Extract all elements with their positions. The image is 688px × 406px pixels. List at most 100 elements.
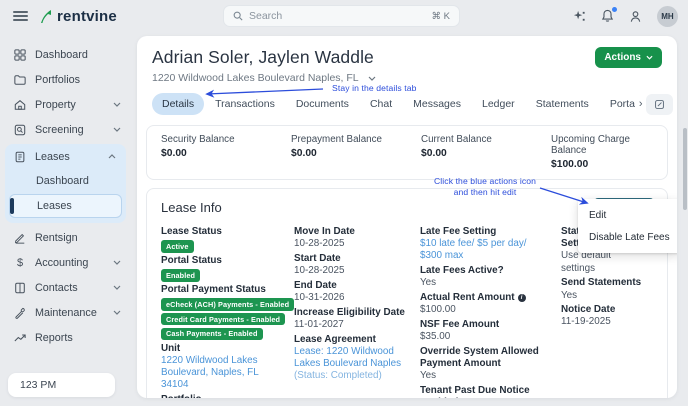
lease-field-text: Yes bbox=[561, 290, 653, 302]
tab-details[interactable]: Details bbox=[152, 93, 204, 115]
balance-value: $0.00 bbox=[421, 148, 537, 159]
hamburger-menu-icon[interactable] bbox=[13, 8, 28, 23]
lease-actions-menu: Edit Disable Late Fees bbox=[578, 199, 677, 253]
sidebar-item-property[interactable]: Property bbox=[0, 92, 131, 117]
sidebar-group-leases: Leases Dashboard Leases bbox=[5, 144, 126, 223]
sidebar-item-maintenance[interactable]: Maintenance bbox=[0, 300, 131, 325]
balance-value: $100.00 bbox=[551, 159, 667, 170]
tab-messages[interactable]: Messages bbox=[403, 93, 471, 115]
dashboard-grid-icon bbox=[14, 49, 26, 61]
lease-field-label: Portfolio bbox=[161, 394, 294, 398]
clock-display: 123 PM bbox=[8, 373, 115, 397]
lease-field-text: Use default settings bbox=[561, 250, 653, 274]
chevron-up-icon bbox=[108, 154, 116, 159]
lease-field-link[interactable]: Lease: 1220 Wildwood Lakes Boulevard Nap… bbox=[294, 346, 420, 370]
lease-field-text: Yes bbox=[420, 370, 561, 382]
tab-transactions[interactable]: Transactions bbox=[205, 93, 285, 115]
sidebar-item-leases[interactable]: Leases bbox=[5, 144, 126, 169]
chevron-down-icon bbox=[113, 260, 121, 265]
house-icon bbox=[14, 99, 26, 111]
page-scrollbar[interactable] bbox=[683, 128, 687, 210]
page-title: Adrian Soler, Jaylen Waddle bbox=[152, 47, 374, 68]
sidebar-item-contacts[interactable]: Contacts bbox=[0, 275, 131, 300]
sidebar-label: Contacts bbox=[35, 282, 78, 294]
tab-ledger[interactable]: Ledger bbox=[472, 93, 525, 115]
tab-portal[interactable]: Porta bbox=[600, 93, 638, 115]
lease-field-label: Actual Rent Amounti bbox=[420, 292, 561, 304]
lease-field-label: Lease Agreement bbox=[294, 334, 420, 346]
balance-current: Current Balance $0.00 bbox=[407, 134, 537, 170]
sidebar-label: Accounting bbox=[35, 257, 88, 269]
menu-item-edit[interactable]: Edit bbox=[578, 204, 677, 226]
menu-item-disable-late-fees[interactable]: Disable Late Fees bbox=[578, 226, 677, 248]
tab-chat[interactable]: Chat bbox=[360, 93, 402, 115]
balance-label: Security Balance bbox=[161, 134, 277, 145]
lease-field-label: Portal Status bbox=[161, 255, 294, 267]
sidebar-subitem-leases-leases[interactable]: Leases bbox=[9, 194, 122, 218]
page-actions-button[interactable]: Actions bbox=[595, 47, 662, 68]
chevron-down-icon bbox=[646, 55, 653, 60]
support-person-icon[interactable] bbox=[629, 10, 642, 23]
lease-field-badge: Active bbox=[161, 240, 194, 252]
lease-field-label: Portal Payment Status bbox=[161, 284, 294, 296]
tab-documents[interactable]: Documents bbox=[286, 93, 359, 115]
sidebar-subitem-leases-dashboard[interactable]: Dashboard bbox=[5, 169, 126, 193]
chevron-down-icon bbox=[113, 127, 121, 132]
sidebar-item-portfolios[interactable]: Portfolios bbox=[0, 67, 131, 92]
note-edit-button[interactable] bbox=[646, 94, 673, 115]
lease-field-badge: Enabled bbox=[161, 269, 200, 281]
chevron-down-icon bbox=[113, 102, 121, 107]
sidebar-item-screening[interactable]: Screening bbox=[0, 117, 131, 142]
sidebar-item-dashboard[interactable]: Dashboard bbox=[0, 42, 131, 67]
lease-field-text: $35.00 bbox=[420, 331, 561, 343]
user-avatar[interactable]: MH bbox=[657, 6, 678, 27]
lease-field-label: Tenant Past Due Notice Enabled bbox=[420, 385, 561, 398]
sidebar-item-rentsign[interactable]: Rentsign bbox=[0, 225, 131, 250]
search-placeholder: Search bbox=[249, 10, 426, 22]
lease-field-text: Yes bbox=[420, 277, 561, 289]
lease-field-label: Notice Date bbox=[561, 304, 653, 316]
rentvine-logo-icon bbox=[39, 9, 53, 24]
sidebar-label: Leases bbox=[35, 151, 70, 163]
lease-field-badge: Cash Payments - Enabled bbox=[161, 328, 263, 340]
sidebar-item-accounting[interactable]: $ Accounting bbox=[0, 250, 131, 275]
lease-field-label: NSF Fee Amount bbox=[420, 319, 561, 331]
sidebar-label: Reports bbox=[35, 332, 73, 344]
notifications-bell-icon[interactable] bbox=[601, 9, 614, 23]
balance-upcoming: Upcoming Charge Balance $100.00 bbox=[537, 134, 667, 170]
search-icon bbox=[233, 11, 243, 21]
lease-field-label: Lease Status bbox=[161, 226, 294, 238]
sidebar-item-reports[interactable]: Reports bbox=[0, 325, 131, 350]
chevron-down-icon bbox=[113, 310, 121, 315]
brand-name: rentvine bbox=[57, 8, 117, 25]
lease-document-icon bbox=[14, 151, 26, 163]
lease-field-text: 10-28-2025 bbox=[294, 265, 420, 277]
lease-col-fees: Late Fee Setting$10 late fee/ $5 per day… bbox=[420, 226, 561, 398]
lease-col-status: Lease Status Active Portal Status Enabled Po… bbox=[161, 226, 294, 398]
search-input[interactable]: Search ⌘ K bbox=[223, 5, 460, 27]
tab-statements[interactable]: Statements bbox=[526, 93, 599, 115]
sidebar-label: Portfolios bbox=[35, 74, 80, 86]
main-content: Adrian Soler, Jaylen Waddle Actions 1220… bbox=[137, 36, 677, 398]
lease-field-label: Move In Date bbox=[294, 226, 420, 238]
lease-field-label: Send Statements bbox=[561, 277, 653, 289]
wrench-icon bbox=[14, 307, 26, 319]
lease-field-text: 11-19-2025 bbox=[561, 316, 653, 328]
lease-field-label: Start Date bbox=[294, 253, 420, 265]
lease-field-link[interactable]: 1220 Wildwood Lakes Boulevard, Naples, F… bbox=[161, 355, 294, 392]
lease-field-text: 10-28-2025 bbox=[294, 238, 420, 250]
chevron-down-icon[interactable] bbox=[368, 76, 376, 81]
balance-value: $0.00 bbox=[161, 148, 277, 159]
lease-field-link[interactable]: $10 late fee/ $5 per day/ $300 max bbox=[420, 238, 561, 262]
dollar-icon: $ bbox=[14, 257, 26, 269]
sparkle-ai-icon[interactable] bbox=[573, 10, 586, 23]
tabs-scroll-right-icon[interactable]: › bbox=[639, 98, 645, 110]
lease-field-label: Late Fee Setting bbox=[420, 226, 561, 238]
sidebar-label: Property bbox=[35, 99, 76, 111]
sidebar-label: Dashboard bbox=[36, 175, 89, 187]
balance-summary: Security Balance $0.00 Prepayment Balanc… bbox=[146, 125, 668, 180]
sidebar-label: Maintenance bbox=[35, 307, 97, 319]
lease-field-text: 10-31-2026 bbox=[294, 292, 420, 304]
note-edit-icon bbox=[654, 99, 665, 110]
sidebar-label: Dashboard bbox=[35, 49, 88, 61]
